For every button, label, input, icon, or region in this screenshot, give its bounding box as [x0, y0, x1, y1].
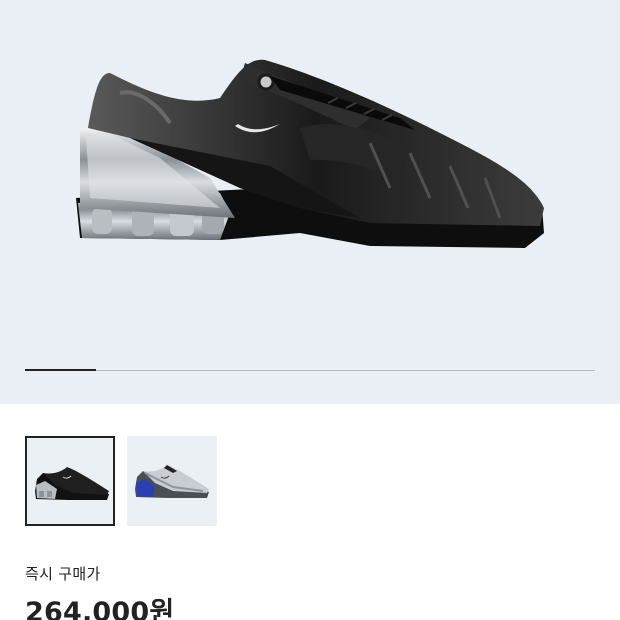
gallery-progress-track: [25, 369, 595, 371]
instant-buy-price-label: 즉시 구매가: [25, 565, 101, 583]
instant-buy-price: 264,000원: [25, 597, 175, 620]
thumbnail-black-sneaker[interactable]: [25, 436, 115, 526]
black-patent-sneaker-image: [76, 59, 544, 248]
gallery-progress-fill: [25, 369, 97, 371]
black-patent-sneaker-thumbnail: [35, 467, 109, 500]
product-hero[interactable]: [0, 0, 620, 404]
thumbnail-silver-sneaker[interactable]: [127, 436, 217, 526]
silver-sneaker-thumbnail: [135, 465, 209, 498]
